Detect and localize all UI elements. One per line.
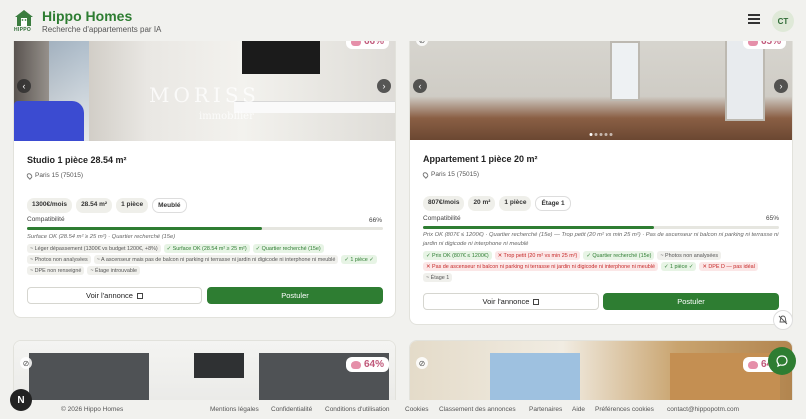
chat-button[interactable] <box>768 347 796 375</box>
listing-card-studio: MORISS immobilier 66% ‹ › Studio 1 pièce… <box>13 30 396 318</box>
brand-name[interactable]: Hippo Homes <box>42 8 132 24</box>
compat-tag: ~ A ascenseur mais pas de balcon ni park… <box>93 255 339 264</box>
surface-chip: 20 m² <box>468 196 496 211</box>
listing-card-appartement: ⊘ 65% ‹ › Appartement 1 pièce 20 m² Pari… <box>409 30 793 325</box>
watermark-sub: immobilier <box>199 111 254 122</box>
compat-tag: ✓ 1 pièce ✓ <box>341 255 377 264</box>
external-link-icon <box>136 292 143 299</box>
photo-pagination[interactable] <box>589 133 613 136</box>
compat-label: Compatibilité <box>27 216 65 223</box>
footer-link-privacy[interactable]: Confidentialité <box>271 406 312 413</box>
compat-bar-fill <box>27 227 262 230</box>
listing-photo[interactable]: MORISS immobilier 66% ‹ › <box>14 31 395 141</box>
prev-photo-button[interactable]: ‹ <box>17 79 31 93</box>
compat-tag: ✓ 1 pièce ✓ <box>660 262 697 271</box>
view-listing-button[interactable]: Voir l'annonce <box>27 287 202 304</box>
notifications-off-icon[interactable] <box>773 310 793 330</box>
rooms-chip: 1 pièce <box>499 196 532 211</box>
brain-icon <box>747 360 758 369</box>
hide-icon[interactable]: ⊘ <box>416 357 428 369</box>
footer-link-partners[interactable]: Partenaires <box>529 406 562 413</box>
compat-tag: ✓ Quartier recherché (15e) <box>583 251 655 260</box>
footer: © 2026 Hippo Homes Mentions légales Conf… <box>0 400 806 419</box>
n-badge-button[interactable]: N <box>10 389 32 411</box>
listing-chips: 1300€/mois 28.54 m² 1 pièce Meublé <box>27 198 187 213</box>
apply-button[interactable]: Postuler <box>207 287 383 304</box>
footer-link-terms[interactable]: Conditions d'utilisation <box>325 406 389 413</box>
compat-pct: 66% <box>368 217 382 224</box>
compat-pct: 65% <box>765 215 779 222</box>
menu-icon[interactable] <box>748 14 760 26</box>
compat-bar-fill <box>423 226 655 229</box>
rooms-chip: 1 pièce <box>116 198 149 213</box>
listing-location: Paris 15 (75015) <box>421 170 479 179</box>
view-listing-button[interactable]: Voir l'annonce <box>423 293 599 310</box>
brain-icon <box>350 360 361 369</box>
tagline: Recherche d'appartements par IA <box>42 25 162 34</box>
listing-title[interactable]: Appartement 1 pièce 20 m² <box>423 154 538 164</box>
compat-tags: ✓ Prix OK (807€ ≤ 1200€) ✕ Trop petit (20… <box>423 251 783 282</box>
footer-link-ranking[interactable]: Classement des annonces <box>439 406 516 413</box>
app-header: HIPPO Hippo Homes Recherche d'appartemen… <box>0 0 806 41</box>
compat-tag: ~ DPE non renseigné <box>27 266 85 275</box>
price-chip: 807€/mois <box>423 196 465 211</box>
next-photo-button[interactable]: › <box>377 79 391 93</box>
avatar[interactable]: CT <box>772 10 794 32</box>
compat-tag: ~ Photos non analysées <box>27 255 91 264</box>
logo-text: HIPPO <box>14 27 32 33</box>
compat-tags: ~ Léger dépassement (1300€ vs budget 120… <box>27 244 387 275</box>
compat-bar <box>27 227 383 230</box>
external-link-icon <box>533 298 540 305</box>
location-pin-icon <box>25 171 34 180</box>
compat-tag: ✕ Pas de ascenseur ni balcon ni parking … <box>423 262 658 271</box>
listing-location: Paris 15 (75015) <box>25 171 83 180</box>
footer-copyright: © 2026 Hippo Homes <box>61 406 124 413</box>
compat-tag: ✓ Quartier recherché (15e) <box>252 244 324 253</box>
compat-tag: ~ Étage introuvable <box>87 266 141 275</box>
compat-tag: ~ Photos non analysées <box>657 251 722 260</box>
compat-tag: ~ Étage 1 <box>423 273 453 282</box>
footer-link-help[interactable]: Aide <box>572 406 585 413</box>
footer-link-cookies[interactable]: Cookies <box>405 406 428 413</box>
compat-summary: Prix OK (807€ ≤ 1200€) · Quartier recher… <box>423 232 779 247</box>
listing-photo[interactable]: ⊘ 65% ‹ › <box>410 31 792 140</box>
compat-tag: ✓ Prix OK (807€ ≤ 1200€) <box>423 251 492 260</box>
listing-title[interactable]: Studio 1 pièce 28.54 m² <box>27 155 127 165</box>
furnished-chip: Meublé <box>152 198 187 213</box>
price-chip: 1300€/mois <box>27 198 73 213</box>
apply-button[interactable]: Postuler <box>603 293 779 310</box>
score-badge: 64% <box>345 357 389 372</box>
prev-photo-button[interactable]: ‹ <box>413 78 427 93</box>
compat-tag: ~ Léger dépassement (1300€ vs budget 120… <box>27 244 161 253</box>
location-pin-icon <box>421 170 430 179</box>
compat-tag: ✕ DPE D — pas idéal <box>699 262 758 271</box>
footer-link-cookie-prefs[interactable]: Préférences cookies <box>595 406 654 413</box>
floor-chip: Étage 1 <box>535 196 571 211</box>
compat-tag: ✓ Surface OK (28.54 m² ≥ 25 m²) <box>163 244 250 253</box>
compat-bar <box>423 226 779 229</box>
listing-chips: 807€/mois 20 m² 1 pièce Étage 1 <box>423 196 571 211</box>
footer-link-contact[interactable]: contact@hippopotm.com <box>667 406 739 413</box>
watermark: MORISS <box>149 83 260 107</box>
compat-label: Compatibilité <box>423 215 461 222</box>
next-photo-button[interactable]: › <box>774 78 788 93</box>
footer-link-mentions[interactable]: Mentions légales <box>210 406 259 413</box>
surface-chip: 28.54 m² <box>76 198 113 213</box>
hide-icon[interactable]: ⊘ <box>20 357 32 369</box>
compat-summary: Surface OK (28.54 m² ≥ 25 m²) · Quartier… <box>27 234 176 240</box>
compat-tag: ✕ Trop petit (20 m² vs min 25 m²) <box>494 251 581 260</box>
